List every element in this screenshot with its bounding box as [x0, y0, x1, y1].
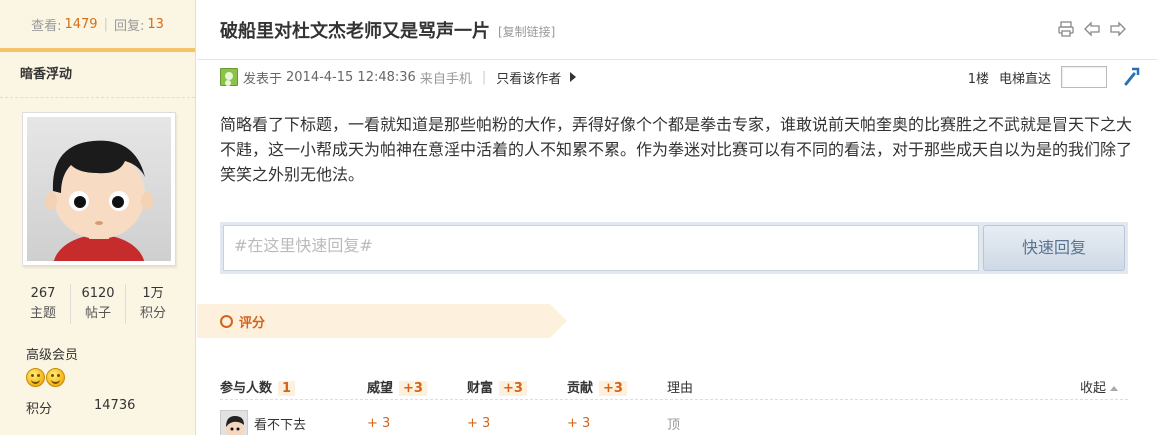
- prestige-total: +3: [399, 381, 427, 396]
- rater-name[interactable]: 看不下去: [254, 414, 306, 433]
- rating-header: 参与人数 1 威望 +3 财富 +3 贡献 +3 理由 收起: [220, 374, 1128, 400]
- points-count[interactable]: 1万 积分: [126, 284, 180, 324]
- prev-thread-icon[interactable]: [1083, 20, 1101, 38]
- posts-value: 6120: [81, 286, 115, 301]
- print-icon[interactable]: [1057, 20, 1075, 38]
- credit-value: 14736: [94, 398, 136, 413]
- rater-cell[interactable]: 看不下去: [220, 410, 367, 435]
- contribution-label: 贡献: [567, 381, 594, 396]
- author-avatar[interactable]: [22, 112, 176, 266]
- author-name[interactable]: 暗香浮动: [0, 52, 195, 98]
- participants-count: 1: [278, 381, 296, 396]
- smiley-rank-icon: [46, 368, 65, 387]
- views-label: 查看:: [31, 18, 62, 34]
- topics-value: 267: [30, 286, 56, 301]
- post-title: 破船里对杜文杰老师又是骂声一片: [220, 20, 490, 42]
- wealth-header: 财富 +3: [467, 377, 567, 396]
- posted-time: 2014-4-15 12:48:36: [286, 69, 416, 85]
- contribution-header: 贡献 +3: [567, 377, 667, 396]
- floor-jump-input[interactable]: [1061, 66, 1107, 88]
- post-title-row: 破船里对杜文杰老师又是骂声一片 [复制链接]: [197, 0, 1157, 60]
- prestige-header: 威望 +3: [367, 377, 467, 396]
- post-content: 简略看了下标题，一看就知道是那些帕粉的大作，弄得好像个个都是拳击专家，谁敢说前天…: [220, 115, 1133, 184]
- rater-prestige: + 3: [367, 415, 391, 431]
- avatar-image: [27, 117, 171, 261]
- replies-label: 回复:: [113, 18, 145, 34]
- rating-banner: 评分: [197, 304, 567, 338]
- next-thread-icon[interactable]: [1109, 20, 1127, 38]
- participants-header: 参与人数 1: [220, 377, 367, 396]
- participants-label: 参与人数: [220, 381, 273, 396]
- meta-divider: |: [481, 69, 487, 85]
- credit-label: 积分: [26, 402, 53, 417]
- posted-from: 来自手机: [419, 71, 472, 87]
- smiley-rank-icon: [26, 368, 45, 387]
- prestige-label: 威望: [367, 381, 394, 396]
- posts-label: 帖子: [84, 306, 111, 321]
- collapse-label: 收起: [1079, 381, 1106, 396]
- rater-contribution: + 3: [567, 415, 591, 431]
- avatar[interactable]: [220, 410, 248, 435]
- rank-icons: [26, 368, 65, 387]
- contribution-total: +3: [599, 381, 627, 396]
- post-main: 破船里对杜文杰老师又是骂声一片 [复制链接] 发表于 2014-4-15 12:…: [197, 0, 1157, 435]
- topics-label: 主题: [29, 306, 56, 321]
- floor-nav: 1楼 电梯直达: [968, 66, 1107, 88]
- stats-divider: |: [103, 16, 108, 32]
- copy-link[interactable]: [复制链接]: [498, 23, 555, 40]
- title-actions: [1057, 20, 1127, 38]
- elevator-go-icon[interactable]: [1123, 66, 1141, 86]
- credit-row: 积分 14736: [26, 398, 135, 417]
- posts-count[interactable]: 6120 帖子: [71, 284, 126, 324]
- views-count: 1479: [64, 16, 98, 32]
- circle-icon: [220, 314, 233, 328]
- triangle-right-icon: [570, 72, 577, 82]
- floor-number[interactable]: 1楼: [968, 68, 989, 87]
- rater-wealth: + 3: [467, 415, 491, 431]
- collapse-toggle[interactable]: 收起: [1080, 377, 1118, 396]
- rating-title: 评分: [239, 315, 266, 331]
- quick-reply-button[interactable]: 快速回复: [983, 225, 1125, 271]
- topics-count[interactable]: 267 主题: [16, 284, 71, 324]
- post-meta: 发表于 2014-4-15 12:48:36 来自手机 | 只看该作者 1楼 电…: [220, 66, 1157, 88]
- points-value: 1万: [142, 286, 164, 301]
- quick-reply-input[interactable]: #在这里快速回复#: [223, 225, 979, 271]
- points-label: 积分: [139, 306, 166, 321]
- mobile-online-icon: [220, 68, 238, 86]
- reason-header: 理由: [667, 381, 694, 396]
- rater-reason: 顶: [667, 417, 681, 433]
- posted-prefix: 发表于: [243, 71, 283, 87]
- wealth-label: 财富: [467, 381, 494, 396]
- user-group[interactable]: 高级会员: [26, 344, 78, 363]
- author-counts: 267 主题 6120 帖子 1万 积分: [16, 284, 180, 324]
- wealth-total: +3: [499, 381, 527, 396]
- replies-count: 13: [147, 16, 164, 32]
- thread-stats: 查看: 1479 | 回复: 13: [0, 0, 195, 52]
- author-sidebar: 查看: 1479 | 回复: 13 暗香浮动 267 主题 6120 帖子 1万…: [0, 0, 196, 435]
- chevron-up-icon: [1110, 386, 1118, 391]
- table-row: 看不下去 + 3 + 3 + 3 顶: [220, 410, 1128, 435]
- elevator-label: 电梯直达: [998, 71, 1051, 87]
- quick-reply-box: #在这里快速回复# 快速回复: [220, 222, 1128, 274]
- only-author-link[interactable]: 只看该作者: [496, 68, 561, 87]
